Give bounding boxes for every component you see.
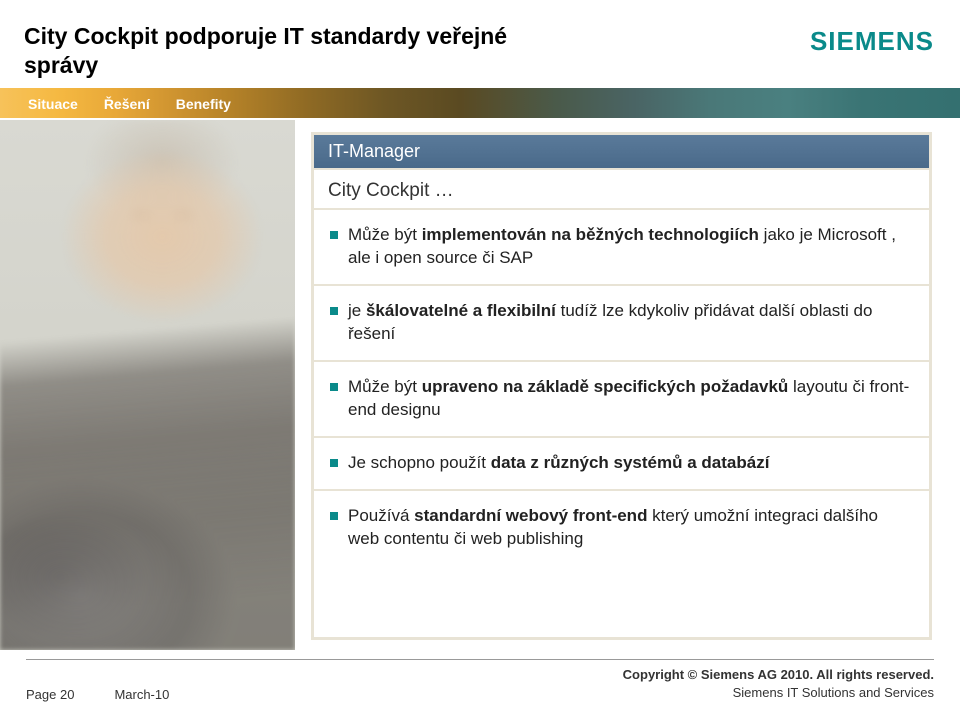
footer-right: Copyright © Siemens AG 2010. All rights …: [623, 666, 934, 702]
siemens-logo: SIEMENS: [810, 26, 934, 57]
bullet-row-4: Je schopno použít data z různých systémů…: [314, 438, 929, 491]
row-text-bold: data z různých systémů a databází: [491, 453, 770, 472]
bullet-icon: [330, 383, 338, 391]
panel-header: IT-Manager: [314, 135, 929, 170]
footer-divider: [26, 659, 934, 660]
panel-column: IT-Manager City Cockpit … Může být imple…: [295, 120, 960, 650]
page-title: City Cockpit podporuje IT standardy veře…: [24, 22, 566, 80]
panel-body: Může být implementován na běžných techno…: [314, 210, 929, 637]
row-text-bold: implementován na běžných technologiích: [422, 225, 759, 244]
tab-reseni[interactable]: Řešení: [94, 92, 160, 116]
row-text-bold: standardní webový front-end: [414, 506, 647, 525]
org-name: Siemens IT Solutions and Services: [623, 684, 934, 702]
bullet-icon: [330, 307, 338, 315]
title-block: City Cockpit podporuje IT standardy veře…: [0, 0, 590, 90]
bullet-icon: [330, 512, 338, 520]
content: IT-Manager City Cockpit … Může být imple…: [0, 120, 960, 650]
bullet-row-1: Může být implementován na běžných techno…: [314, 210, 929, 286]
row-text-bold: škálovatelné a flexibilní: [366, 301, 556, 320]
tab-situace[interactable]: Situace: [18, 92, 88, 116]
footer-left: Page 20 March-10: [26, 687, 169, 702]
panel-subtitle: City Cockpit …: [314, 170, 929, 210]
header: City Cockpit podporuje IT standardy veře…: [0, 0, 960, 88]
footer: Page 20 March-10 Copyright © Siemens AG …: [0, 666, 960, 702]
row-text: Používá: [348, 506, 414, 525]
photo-manager: [0, 120, 295, 650]
bullet-row-2: je škálovatelné a flexibilní tudíž lze k…: [314, 286, 929, 362]
row-text: Může být: [348, 225, 422, 244]
page-number: Page 20: [26, 687, 74, 702]
bullet-icon: [330, 231, 338, 239]
row-text: Může být: [348, 377, 422, 396]
tab-benefity[interactable]: Benefity: [166, 92, 241, 116]
panel-frame: IT-Manager City Cockpit … Může být imple…: [311, 132, 932, 640]
bullet-row-3: Může být upraveno na základě specifickýc…: [314, 362, 929, 438]
tabs: Situace Řešení Benefity: [18, 92, 241, 116]
row-text: Je schopno použít: [348, 453, 491, 472]
copyright: Copyright © Siemens AG 2010. All rights …: [623, 666, 934, 684]
bullet-row-5: Používá standardní webový front-end kter…: [314, 491, 929, 565]
row-text: je: [348, 301, 366, 320]
footer-date: March-10: [114, 687, 169, 702]
bullet-icon: [330, 459, 338, 467]
row-text-bold: upraveno na základě specifických požadav…: [422, 377, 789, 396]
